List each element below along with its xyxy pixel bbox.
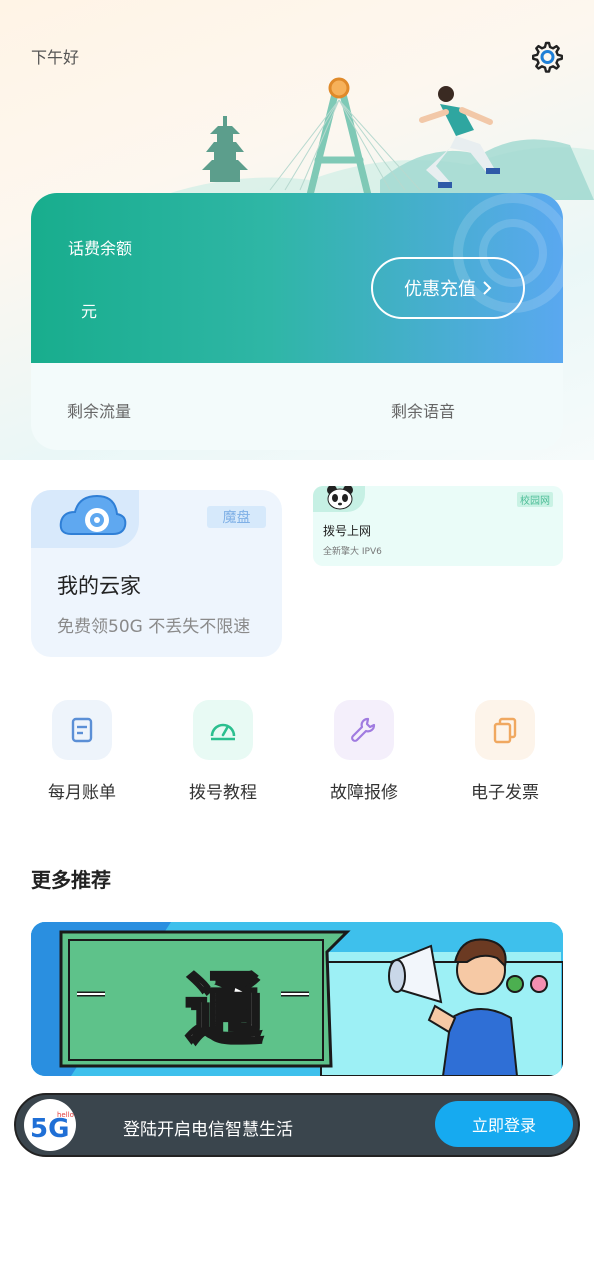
dial-card[interactable]: 校园网 拨号上网 全新擎大 IPV6 bbox=[313, 486, 563, 566]
quick-action-bill[interactable]: 每月账单 bbox=[22, 700, 142, 810]
quick-action-dial-tutorial[interactable]: 拨号教程 bbox=[163, 700, 283, 810]
cloud-subtitle: 免费领50G 不丢失不限速 bbox=[57, 617, 251, 637]
quick-action-repair[interactable]: 故障报修 bbox=[304, 700, 424, 810]
cloud-card[interactable]: 魔盘 我的云家 免费领50G 不丢失不限速 bbox=[31, 490, 282, 657]
quick-action-invoice[interactable]: 电子发票 bbox=[445, 700, 565, 810]
banner-title: 通知 bbox=[184, 963, 263, 1077]
dial-title: 拨号上网 bbox=[323, 524, 372, 538]
cloud-icon bbox=[57, 490, 129, 540]
quick-action-label: 电子发票 bbox=[471, 783, 539, 803]
recharge-button[interactable]: 优惠充值 bbox=[371, 257, 525, 319]
greeting-text: 下午好 bbox=[31, 48, 80, 67]
gear-icon[interactable] bbox=[529, 40, 563, 74]
bill-icon bbox=[52, 700, 112, 760]
cloud-badge: 魔盘 bbox=[207, 506, 266, 528]
quick-action-label: 每月账单 bbox=[48, 783, 116, 803]
hero-illustration bbox=[150, 70, 594, 200]
5g-logo-subtext: hello bbox=[57, 1111, 74, 1119]
cloud-title: 我的云家 bbox=[57, 574, 141, 598]
quick-action-label: 拨号教程 bbox=[189, 783, 257, 803]
invoice-icon bbox=[475, 700, 535, 760]
login-prompt: 登陆开启电信智慧生活 bbox=[123, 1120, 293, 1140]
speedometer-icon bbox=[193, 700, 253, 760]
login-button[interactable]: 立即登录 bbox=[435, 1101, 573, 1147]
balance-card: 话费余额 元 优惠充值 剩余流量 剩余语音 bbox=[31, 193, 563, 450]
wrench-icon bbox=[334, 700, 394, 760]
remaining-voice-label[interactable]: 剩余语音 bbox=[391, 398, 455, 422]
login-bar: 5G hello 登陆开启电信智慧生活 立即登录 bbox=[14, 1093, 580, 1157]
section-title: 更多推荐 bbox=[31, 868, 111, 892]
notice-banner[interactable]: 通知 bbox=[31, 922, 563, 1076]
quick-action-label: 故障报修 bbox=[330, 783, 398, 803]
balance-unit: 元 bbox=[81, 302, 98, 321]
campus-badge: 校园网 bbox=[517, 492, 553, 507]
5g-logo: 5G hello bbox=[24, 1099, 76, 1151]
panda-icon bbox=[325, 486, 355, 510]
remaining-data-label[interactable]: 剩余流量 bbox=[67, 398, 131, 422]
balance-label: 话费余额 bbox=[68, 239, 133, 258]
dial-subtitle: 全新擎大 IPV6 bbox=[323, 547, 382, 557]
chevron-right-icon bbox=[483, 281, 492, 295]
recharge-button-label: 优惠充值 bbox=[404, 279, 476, 300]
